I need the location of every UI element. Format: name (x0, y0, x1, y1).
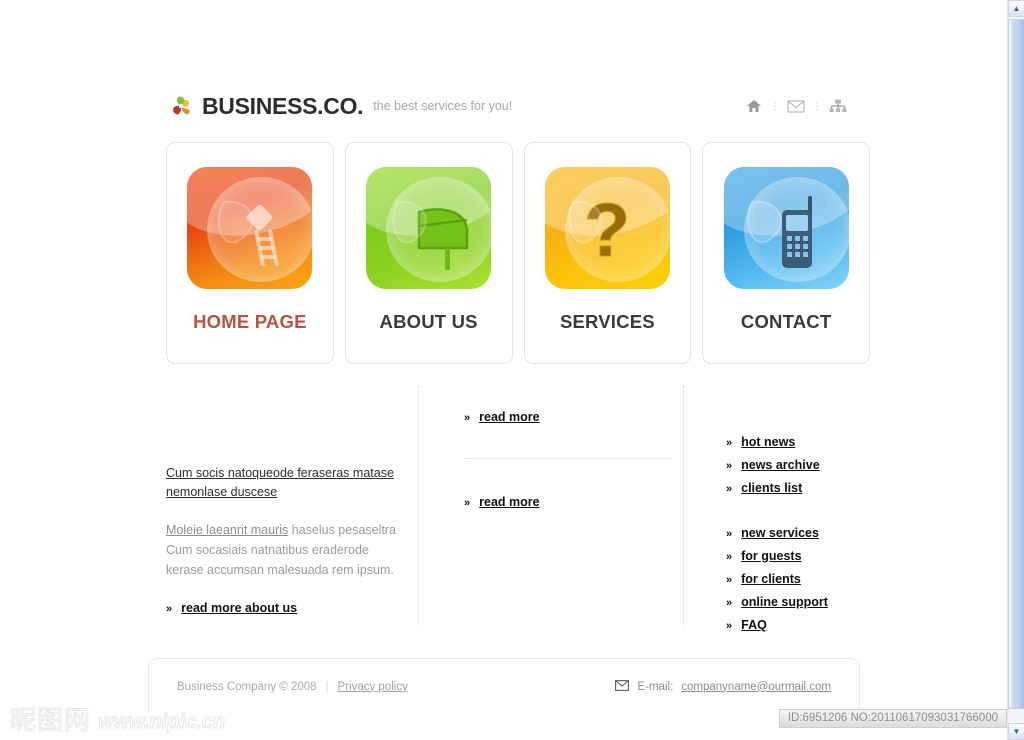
chevron-right-icon: » (726, 619, 733, 632)
chevron-right-icon: » (166, 602, 173, 615)
nav-card-about-us[interactable]: ABOUT US (344, 142, 513, 364)
scroll-down-button[interactable]: ▼ (1008, 723, 1024, 740)
link-label: for clients (741, 571, 801, 586)
email-address-link[interactable]: companyname@ourmail.com (681, 681, 831, 693)
footer-email: E-mail: companyname@ourmail.com (615, 679, 831, 694)
nav-separator-2: ⋮ (811, 100, 823, 113)
satellite-dish-icon (187, 167, 313, 289)
chevron-right-icon: » (726, 527, 733, 540)
nav-card-contact[interactable]: CONTACT (702, 142, 870, 364)
home-icon[interactable] (740, 94, 768, 118)
content-column-left: Cum socis natoqueode feraseras matase ne… (166, 386, 418, 626)
nav-separator-1: ⋮ (769, 100, 781, 113)
link-label: read more about us (181, 600, 298, 615)
chevron-right-icon: » (726, 550, 733, 563)
list-item[interactable]: » FAQ (726, 613, 870, 636)
chevron-right-icon: » (726, 436, 733, 449)
sitemap-icon[interactable] (824, 94, 852, 118)
brand-tagline: the best services for you! (373, 99, 513, 113)
read-more-about-us-link[interactable]: » read more about us (166, 601, 402, 615)
pinwheel-logo-icon[interactable] (168, 93, 194, 119)
link-label: clients list (741, 480, 803, 495)
chevron-right-icon: » (464, 412, 471, 424)
list-item[interactable]: » hot news (726, 430, 870, 453)
nav-card-label: CONTACT (740, 311, 832, 332)
site-header: BUSINESS.CO. the best services for you! … (148, 78, 888, 134)
nav-card-label: SERVICES (559, 311, 655, 332)
link-label: news archive (741, 457, 820, 472)
footer-separator: | (325, 680, 329, 693)
nav-card-home-page[interactable]: HOME PAGE (166, 142, 334, 364)
link-label: hot news (741, 434, 796, 449)
watermark-id-badge: ID:6951206 NO:20110617093031766000 (778, 709, 1007, 728)
list-item[interactable]: » news archive (726, 453, 870, 476)
inline-link[interactable]: Moleie laeanrit mauris (166, 523, 288, 537)
scroll-up-button[interactable]: ▲ (1008, 0, 1024, 17)
content-area: Cum socis natoqueode feraseras matase ne… (148, 386, 888, 632)
read-more-link-1[interactable]: » read more (464, 410, 683, 424)
list-gap (726, 499, 870, 521)
site-footer: Business Company © 2008 | Privacy policy… (148, 658, 860, 714)
intro-paragraph: Moleie laeanrit mauris haselus pesaseltr… (166, 520, 402, 581)
section-divider (464, 458, 672, 459)
link-label: read more (479, 495, 540, 509)
site-container: BUSINESS.CO. the best services for you! … (148, 78, 888, 632)
chevron-right-icon: » (726, 573, 733, 586)
watermark-url: www.nipic.cn (98, 711, 226, 734)
vertical-scrollbar[interactable]: ▲ ▼ (1007, 0, 1024, 740)
chevron-right-icon: » (726, 459, 733, 472)
content-column-middle: » read more » read more (418, 386, 684, 626)
mailbox-icon (366, 167, 492, 289)
privacy-policy-link[interactable]: Privacy policy (338, 681, 408, 693)
chevron-right-icon: » (726, 482, 733, 495)
read-more-link-2[interactable]: » read more (464, 495, 683, 509)
content-column-right: » hot news » news archive » clients list (684, 386, 870, 632)
list-item[interactable]: » for guests (726, 544, 870, 567)
mobile-phone-icon (723, 167, 849, 289)
list-item[interactable]: » online support (726, 590, 870, 613)
question-mark-icon: ? (544, 167, 670, 289)
quick-links-group-1: » hot news » news archive » clients list (726, 430, 870, 499)
list-item[interactable]: » clients list (726, 476, 870, 499)
quick-links-group-2: » new services » for guests » for client… (726, 521, 870, 636)
nav-card-label: ABOUT US (379, 311, 478, 332)
nav-cards: HOME PAGE ABOUT US ? SERVICES CONTACT (148, 142, 888, 364)
nav-card-services[interactable]: ? SERVICES (523, 142, 692, 364)
chevron-right-icon: » (726, 596, 733, 609)
mail-icon[interactable] (782, 94, 810, 118)
header-nav: ⋮ ⋮ (740, 94, 868, 118)
link-label: for guests (741, 548, 802, 563)
copyright-text: Business Company © 2008 (177, 680, 317, 693)
chevron-right-icon: » (464, 497, 471, 509)
lead-link[interactable]: Cum socis natoqueode feraseras matase ne… (166, 464, 402, 503)
nav-card-label: HOME PAGE (193, 311, 307, 332)
link-label: online support (741, 594, 828, 609)
envelope-icon (615, 679, 630, 694)
link-label: new services (741, 525, 819, 540)
site-watermark: 昵图网 www.nipic.cn (9, 706, 226, 736)
scrollbar-thumb[interactable] (1008, 19, 1024, 709)
browser-viewport: BUSINESS.CO. the best services for you! … (0, 0, 1024, 740)
list-item[interactable]: » for clients (726, 567, 870, 590)
watermark-cjk: 昵图网 (9, 706, 92, 736)
brand-name: BUSINESS.CO. (202, 92, 364, 119)
list-item[interactable]: » new services (726, 521, 870, 544)
email-label: E-mail: (637, 680, 674, 693)
page-content: BUSINESS.CO. the best services for you! … (0, 0, 1008, 740)
link-label: read more (479, 410, 540, 424)
link-label: FAQ (741, 617, 767, 632)
